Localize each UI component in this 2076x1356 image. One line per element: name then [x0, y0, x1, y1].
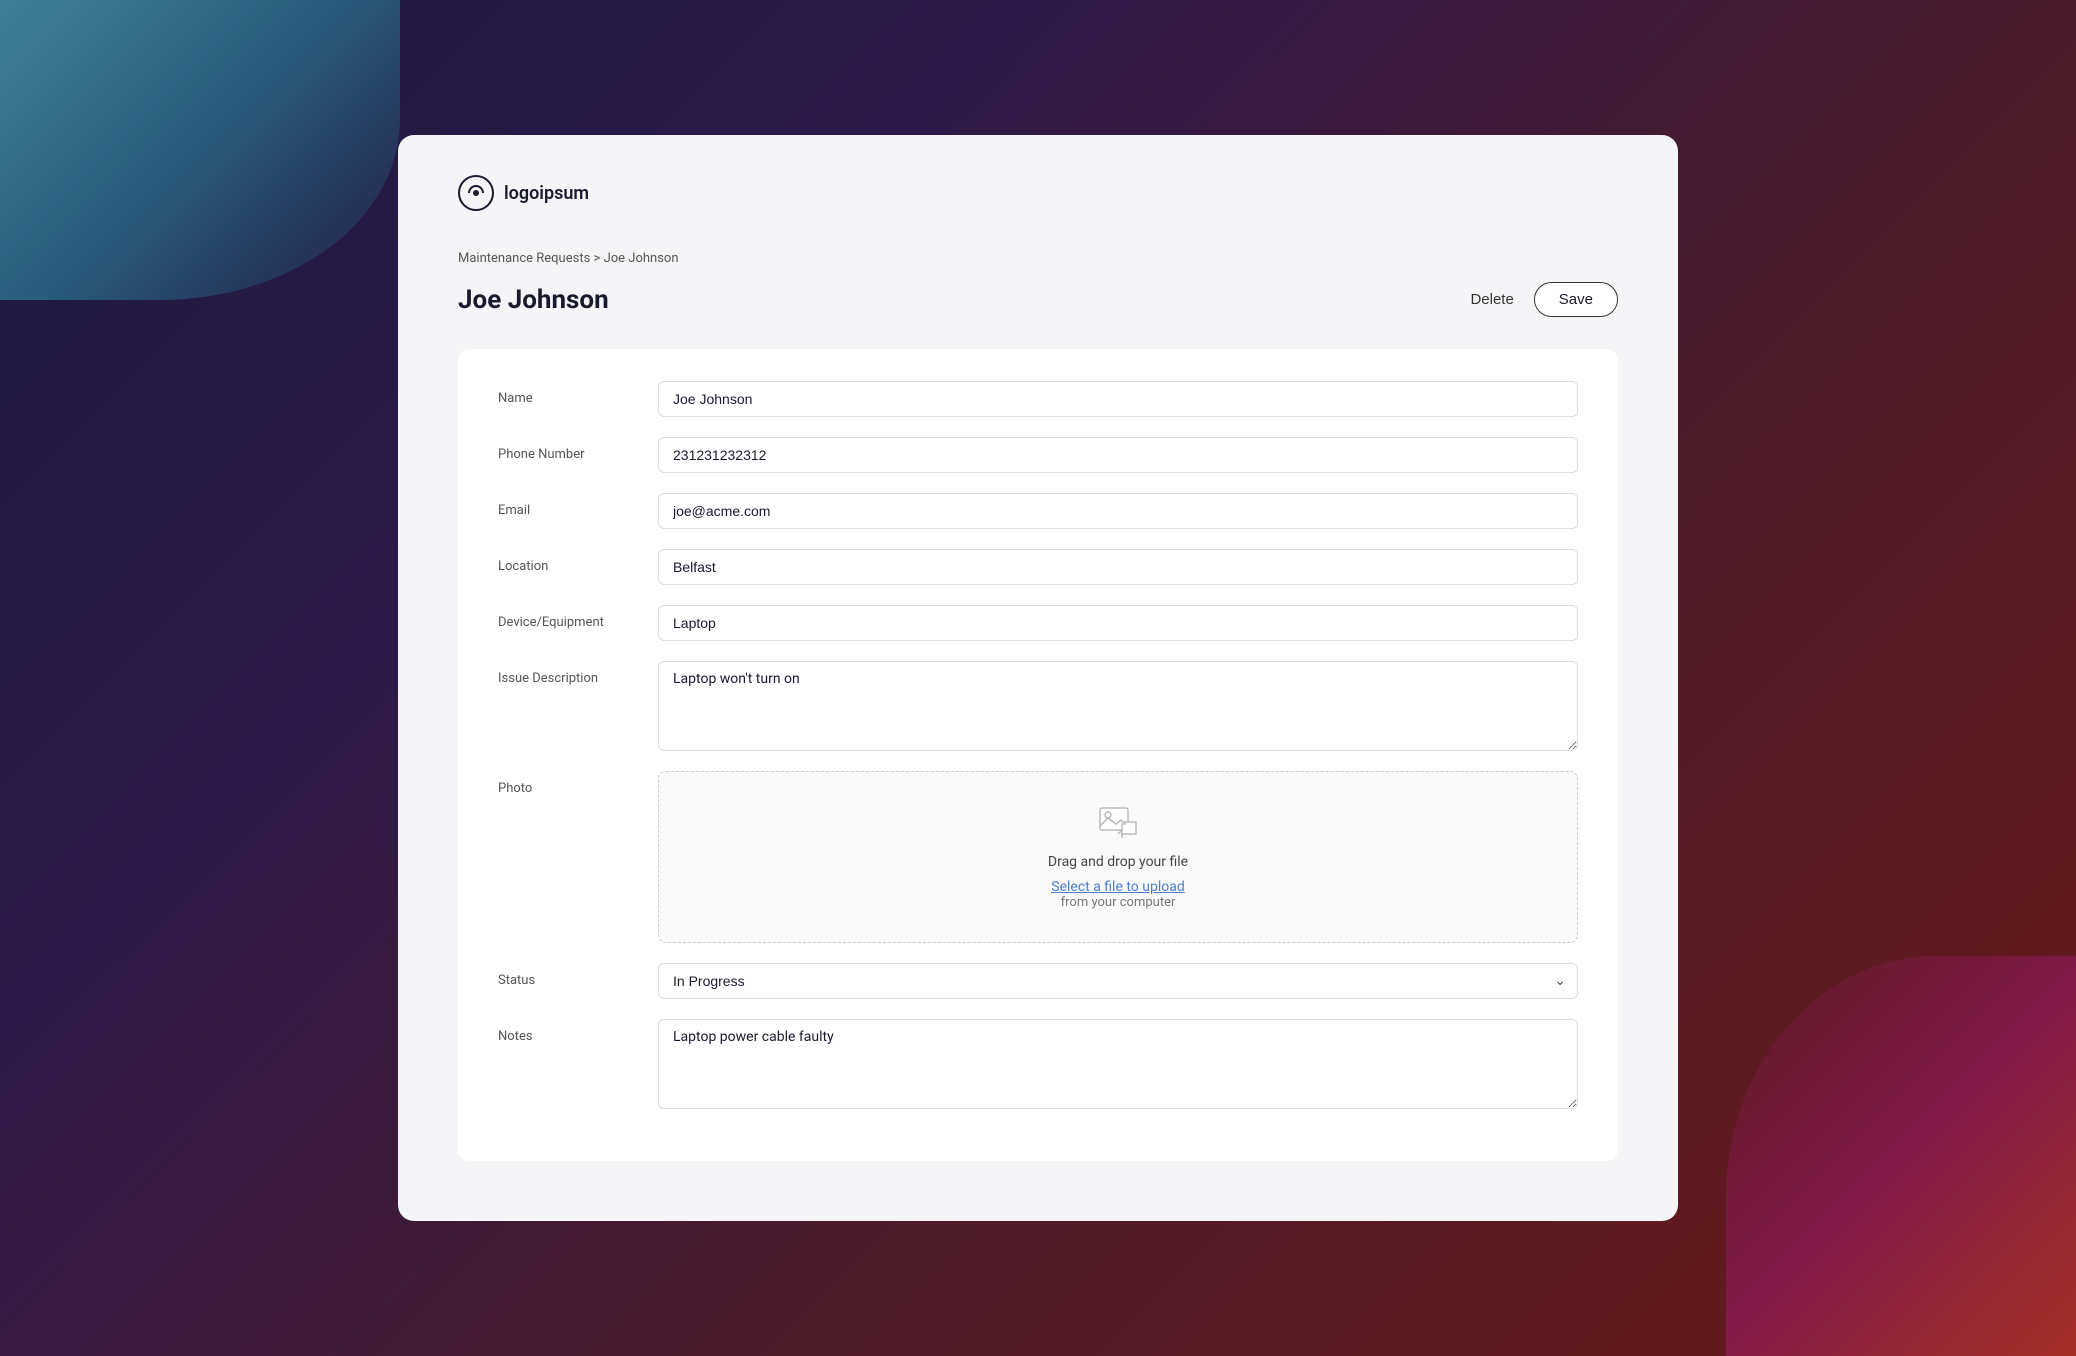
- notes-label: Notes: [498, 1019, 658, 1044]
- name-label: Name: [498, 381, 658, 406]
- issue-textarea[interactable]: Laptop won't turn on: [658, 661, 1578, 751]
- device-input[interactable]: [658, 605, 1578, 641]
- email-row: Email: [498, 493, 1578, 529]
- upload-drag-text: Drag and drop your file: [679, 854, 1557, 870]
- name-row: Name: [498, 381, 1578, 417]
- location-input[interactable]: [658, 549, 1578, 585]
- issue-row: Issue Description Laptop won't turn on: [498, 661, 1578, 751]
- name-input[interactable]: [658, 381, 1578, 417]
- issue-label: Issue Description: [498, 661, 658, 686]
- location-label: Location: [498, 549, 658, 574]
- breadcrumb: Maintenance Requests > Joe Johnson: [458, 251, 1618, 266]
- page-header: Joe Johnson Delete Save: [458, 282, 1618, 317]
- save-button[interactable]: Save: [1534, 282, 1618, 317]
- breadcrumb-separator: >: [594, 251, 604, 266]
- breadcrumb-current: Joe Johnson: [604, 251, 679, 266]
- notes-textarea[interactable]: Laptop power cable faulty: [658, 1019, 1578, 1109]
- email-input[interactable]: [658, 493, 1578, 529]
- form-container: Name Phone Number Email Location Device/…: [458, 349, 1618, 1161]
- device-row: Device/Equipment: [498, 605, 1578, 641]
- phone-input[interactable]: [658, 437, 1578, 473]
- status-row: Status In Progress Open Resolved Closed …: [498, 963, 1578, 999]
- image-upload-icon: [1098, 804, 1138, 838]
- breadcrumb-parent: Maintenance Requests: [458, 251, 590, 266]
- photo-label: Photo: [498, 771, 658, 796]
- phone-label: Phone Number: [498, 437, 658, 462]
- status-select[interactable]: In Progress Open Resolved Closed: [658, 963, 1578, 999]
- logo-text: logoipsum: [504, 183, 589, 204]
- upload-area[interactable]: Drag and drop your file Select a file to…: [658, 771, 1578, 943]
- page-card: logoipsum Maintenance Requests > Joe Joh…: [398, 135, 1678, 1221]
- header-actions: Delete Save: [1470, 282, 1618, 317]
- photo-row: Photo Drag and drop your file: [498, 771, 1578, 943]
- status-select-wrapper: In Progress Open Resolved Closed ⌄: [658, 963, 1578, 999]
- upload-sub-text: from your computer: [679, 895, 1557, 910]
- logo-icon: [458, 175, 494, 211]
- notes-row: Notes Laptop power cable faulty: [498, 1019, 1578, 1109]
- status-label: Status: [498, 963, 658, 988]
- upload-link[interactable]: Select a file to upload: [1051, 879, 1184, 895]
- page-title: Joe Johnson: [458, 285, 609, 315]
- upload-icons: [679, 804, 1557, 838]
- email-label: Email: [498, 493, 658, 518]
- device-label: Device/Equipment: [498, 605, 658, 630]
- delete-button[interactable]: Delete: [1470, 291, 1513, 308]
- location-row: Location: [498, 549, 1578, 585]
- phone-row: Phone Number: [498, 437, 1578, 473]
- logo-area: logoipsum: [458, 175, 1618, 211]
